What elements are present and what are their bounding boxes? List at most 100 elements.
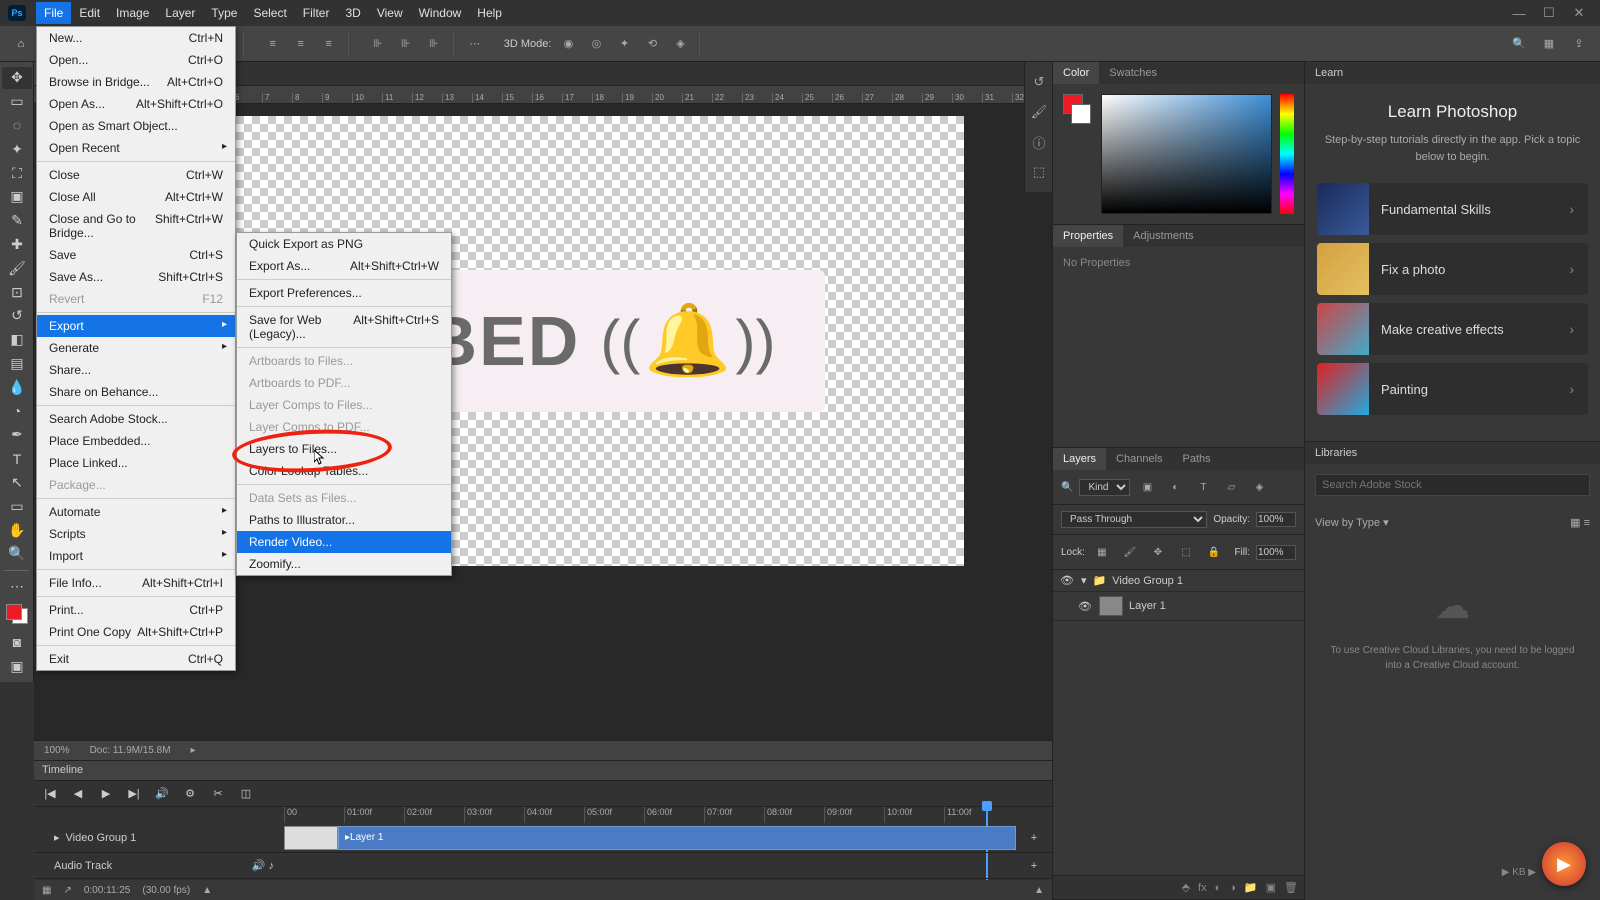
shape-tool[interactable]: ▭ xyxy=(2,495,32,517)
blend-mode-select[interactable]: Pass Through xyxy=(1061,511,1207,528)
screenmode-tool[interactable]: ▣ xyxy=(2,655,32,677)
mask-icon[interactable]: ◐ xyxy=(1215,882,1222,894)
file-menu-item[interactable]: Open...Ctrl+O xyxy=(37,49,235,71)
play-badge[interactable]: ▶ xyxy=(1542,842,1586,886)
file-menu-item[interactable]: Share... xyxy=(37,359,235,381)
file-menu-item[interactable]: Export xyxy=(37,315,235,337)
lasso-tool[interactable]: ◌ xyxy=(2,115,32,137)
lock-nest-icon[interactable]: ⬚ xyxy=(1175,541,1197,563)
tl-split[interactable]: ✂ xyxy=(208,784,228,804)
export-menu-item[interactable]: Artboards to Files... xyxy=(237,350,451,372)
type-tool[interactable]: T xyxy=(2,448,32,470)
view-by-type[interactable]: View by Type xyxy=(1315,517,1380,529)
minimize-button[interactable]: ― xyxy=(1506,4,1532,22)
3d-icon-3[interactable]: ✦ xyxy=(613,33,635,55)
export-menu-item[interactable]: Artboards to PDF... xyxy=(237,372,451,394)
export-menu-item[interactable]: Quick Export as PNG xyxy=(237,233,451,255)
filter-adj-icon[interactable]: ◐ xyxy=(1164,476,1186,498)
file-menu-item[interactable]: Place Embedded... xyxy=(37,430,235,452)
eyedropper-tool[interactable]: ✎ xyxy=(2,210,32,232)
view-grid-icon[interactable]: ▦ ≡ xyxy=(1570,516,1590,529)
menu-window[interactable]: Window xyxy=(411,2,470,24)
menu-edit[interactable]: Edit xyxy=(71,2,108,24)
layer-group-row[interactable]: 👁 ▾📁 Video Group 1 xyxy=(1053,570,1304,592)
file-menu-item[interactable]: Search Adobe Stock... xyxy=(37,408,235,430)
lock-all-icon[interactable]: 🔒 xyxy=(1203,541,1225,563)
crop-tool[interactable]: ⛶ xyxy=(2,162,32,184)
file-menu-item[interactable]: SaveCtrl+S xyxy=(37,244,235,266)
move-tool[interactable]: ✥ xyxy=(2,67,32,89)
adjustments-tab[interactable]: Adjustments xyxy=(1123,225,1204,247)
export-menu-item[interactable]: Layer Comps to PDF... xyxy=(237,416,451,438)
3d-icon-1[interactable]: ◉ xyxy=(557,33,579,55)
tl-transition[interactable]: ◫ xyxy=(236,784,256,804)
color-field[interactable] xyxy=(1101,94,1272,214)
swatches-tab[interactable]: Swatches xyxy=(1099,62,1167,84)
add-audio[interactable]: + xyxy=(1024,856,1044,876)
file-menu-item[interactable]: RevertF12 xyxy=(37,288,235,310)
file-menu-item[interactable]: Print One CopyAlt+Shift+Ctrl+P xyxy=(37,621,235,643)
menu-file[interactable]: File xyxy=(36,2,71,24)
file-menu-item[interactable]: Open Recent xyxy=(37,137,235,159)
share-icon[interactable]: ⇪ xyxy=(1568,33,1590,55)
color-swatch[interactable] xyxy=(6,604,28,624)
new-group-icon[interactable]: 📁 xyxy=(1244,881,1258,894)
file-menu-item[interactable]: Print...Ctrl+P xyxy=(37,599,235,621)
file-menu-item[interactable]: Browse in Bridge...Alt+Ctrl+O xyxy=(37,71,235,93)
tl-mute[interactable]: 🔊 xyxy=(152,784,172,804)
file-menu-item[interactable]: Automate xyxy=(37,501,235,523)
status-arrow[interactable]: ▸ xyxy=(191,745,196,756)
add-media[interactable]: + xyxy=(1024,828,1044,848)
tl-next-frame[interactable]: ▶| xyxy=(124,784,144,804)
link-layers-icon[interactable]: ⬘ xyxy=(1182,881,1190,894)
path-tool[interactable]: ↖ xyxy=(2,472,32,494)
gradient-tool[interactable]: ▤ xyxy=(2,353,32,375)
zoom-in-icon[interactable]: ▲ xyxy=(1034,885,1044,896)
lock-trans-icon[interactable]: ▦ xyxy=(1091,541,1113,563)
file-menu-item[interactable]: Close and Go to Bridge...Shift+Ctrl+W xyxy=(37,208,235,244)
learn-card-effects[interactable]: Make creative effects› xyxy=(1317,303,1588,355)
more-options-icon[interactable]: ⋯ xyxy=(464,33,486,55)
file-menu-item[interactable]: Scripts xyxy=(37,523,235,545)
dodge-tool[interactable]: ◔ xyxy=(2,400,32,422)
file-menu-item[interactable]: Save As...Shift+Ctrl+S xyxy=(37,266,235,288)
filter-pixel-icon[interactable]: ▣ xyxy=(1136,476,1158,498)
close-button[interactable]: ✕ xyxy=(1566,4,1592,22)
filter-shape-icon[interactable]: ▱ xyxy=(1220,476,1242,498)
learn-tab[interactable]: Learn xyxy=(1305,62,1600,84)
eraser-tool[interactable]: ◧ xyxy=(2,329,32,351)
file-menu-item[interactable]: Import xyxy=(37,545,235,567)
menu-view[interactable]: View xyxy=(369,2,411,24)
filter-kind-select[interactable]: Kind xyxy=(1079,479,1130,496)
learn-card-painting[interactable]: Painting› xyxy=(1317,363,1588,415)
properties-tab[interactable]: Properties xyxy=(1053,225,1123,247)
export-menu-item[interactable]: Layers to Files... xyxy=(237,438,451,460)
audio-track[interactable]: Audio Track 🔊 ♪ + xyxy=(34,853,1052,879)
menu-select[interactable]: Select xyxy=(245,2,294,24)
marquee-tool[interactable]: ▭ xyxy=(2,91,32,113)
file-menu-item[interactable]: Open As...Alt+Shift+Ctrl+O xyxy=(37,93,235,115)
hue-slider[interactable] xyxy=(1280,94,1294,214)
tl-play[interactable]: ▶ xyxy=(96,784,116,804)
tl-settings[interactable]: ⚙ xyxy=(180,784,200,804)
learn-card-fix[interactable]: Fix a photo› xyxy=(1317,243,1588,295)
export-menu-item[interactable]: Render Video... xyxy=(237,531,451,553)
visibility-toggle[interactable]: 👁 xyxy=(1059,574,1075,587)
layer-row[interactable]: 👁 Layer 1 xyxy=(1053,592,1304,621)
menu-layer[interactable]: Layer xyxy=(157,2,203,24)
3d-icon-2[interactable]: ◎ xyxy=(585,33,607,55)
export-menu-item[interactable]: Zoomify... xyxy=(237,553,451,575)
panel-bg-color[interactable] xyxy=(1071,104,1091,124)
tl-prev-frame[interactable]: ◀ xyxy=(68,784,88,804)
file-menu-item[interactable]: CloseCtrl+W xyxy=(37,164,235,186)
libraries-tab[interactable]: Libraries xyxy=(1305,441,1600,464)
doc-size[interactable]: Doc: 11.9M/15.8M xyxy=(90,745,171,756)
workspace-icon[interactable]: ▦ xyxy=(1538,33,1560,55)
3d-icon-4[interactable]: ⟲ xyxy=(641,33,663,55)
zoom-out-icon[interactable]: ▲ xyxy=(202,885,212,896)
fill-input[interactable] xyxy=(1256,545,1296,560)
export-menu-item[interactable]: Paths to Illustrator... xyxy=(237,509,451,531)
layers-tab[interactable]: Layers xyxy=(1053,448,1106,470)
clip-thumb[interactable] xyxy=(284,826,338,850)
brush-tool[interactable]: 🖌 xyxy=(2,257,32,279)
